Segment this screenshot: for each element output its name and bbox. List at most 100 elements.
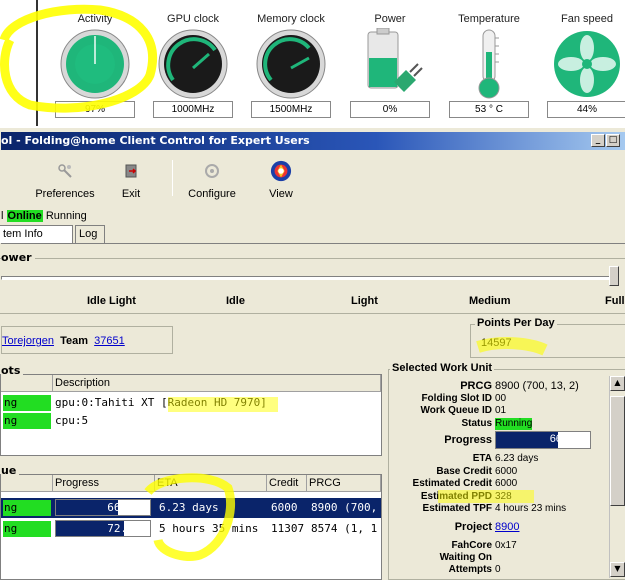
wu-waiting-row: Waiting On bbox=[392, 552, 608, 564]
queue-row-eta[interactable]: 6.23 days bbox=[159, 500, 219, 516]
wu-slot-label: Folding Slot ID bbox=[421, 393, 492, 404]
queue-row-credit[interactable]: 6000 bbox=[271, 500, 298, 516]
gpu-clock-value: 1000MHz bbox=[153, 101, 233, 118]
queue-header-eta[interactable]: ETA bbox=[155, 475, 267, 492]
queue-row-progress-bar: 66.01% bbox=[55, 499, 151, 516]
toolbar: Preferences Exit Configure View bbox=[1, 152, 625, 206]
identity-panel: Torejorgen Team 37651 bbox=[1, 326, 173, 354]
slots-legend: ots bbox=[1, 364, 24, 377]
window-titlebar[interactable]: ol - Folding@home Client Control for Exp… bbox=[1, 132, 625, 150]
wu-est-tpf-label: Estimated TPF bbox=[422, 503, 492, 514]
activity-value: 97% bbox=[55, 101, 135, 118]
slots-header-description[interactable]: Description bbox=[53, 375, 381, 392]
view-globe-icon bbox=[270, 160, 292, 182]
selected-work-unit-group: Selected Work Unit PRCG 8900 (700, 13, 2)… bbox=[388, 362, 625, 580]
power-label-medium: Medium bbox=[469, 295, 511, 307]
queue-row-progress-bar: 72.75% bbox=[55, 520, 151, 537]
team-link[interactable]: 37651 bbox=[94, 335, 125, 347]
wu-eta-label: ETA bbox=[472, 453, 492, 464]
view-button[interactable]: View bbox=[263, 160, 299, 204]
wu-est-tpf-value: 4 hours 23 mins bbox=[495, 503, 567, 514]
wu-project-label: Project bbox=[454, 521, 492, 533]
power-slider-handle[interactable] bbox=[609, 266, 619, 286]
exit-button[interactable]: Exit bbox=[113, 160, 149, 204]
slot-description[interactable]: cpu:5 bbox=[55, 413, 88, 429]
activity-gauge: Activity 97% bbox=[45, 0, 145, 128]
client-status: l Online Running bbox=[1, 208, 87, 224]
power-group: ower Idle Light Idle Light Medium Full bbox=[0, 251, 625, 314]
wu-est-ppd-label: Estimated PPD bbox=[420, 491, 492, 502]
queue-header-prcg[interactable]: PRCG bbox=[307, 475, 381, 492]
team-label: Team bbox=[60, 335, 89, 347]
maximize-button[interactable]: □ bbox=[606, 134, 620, 147]
preferences-label: Preferences bbox=[35, 188, 95, 200]
wu-base-credit-label: Base Credit bbox=[436, 466, 492, 477]
configure-icon bbox=[205, 164, 219, 178]
wu-queue-value: 01 bbox=[495, 405, 507, 416]
gauge-label: Memory clock bbox=[257, 13, 325, 25]
power-slider-track[interactable] bbox=[1, 276, 616, 280]
view-label: View bbox=[269, 188, 293, 200]
queue-row-prcg[interactable]: 8574 (1, 1 bbox=[311, 521, 377, 537]
slot-status[interactable]: ng bbox=[3, 395, 51, 411]
queue-row-status[interactable]: ng bbox=[3, 500, 51, 516]
queue-list[interactable]: Progress ETA Credit PRCG ng 66.01% 6.23 … bbox=[0, 474, 382, 580]
queue-group: ue Progress ETA Credit PRCG ng 66.01% 6.… bbox=[0, 464, 382, 580]
slots-list[interactable]: Description ng gpu:0:Tahiti XT [Radeon H… bbox=[0, 374, 382, 456]
slot-description[interactable]: gpu:0:Tahiti XT [Radeon HD 7970] bbox=[55, 395, 267, 411]
configure-label: Configure bbox=[188, 188, 236, 200]
selected-wu-scrollbar[interactable]: ▲ ▼ bbox=[609, 376, 625, 578]
tab-underline bbox=[1, 243, 625, 244]
queue-row-prcg[interactable]: 8900 (700, bbox=[311, 500, 377, 516]
exit-label: Exit bbox=[121, 188, 141, 200]
window-title: ol - Folding@home Client Control for Exp… bbox=[1, 134, 310, 147]
wu-est-tpf-row: Estimated TPF 4 hours 23 mins bbox=[392, 503, 608, 515]
power-label-light: Light bbox=[351, 295, 378, 307]
queue-row-eta[interactable]: 5 hours 35 mins bbox=[159, 521, 258, 537]
wu-waiting-label: Waiting On bbox=[439, 552, 492, 563]
thermometer-icon bbox=[478, 29, 500, 99]
queue-header-credit[interactable]: Credit bbox=[267, 475, 307, 492]
ppd-value: 14597 bbox=[481, 337, 512, 349]
configure-button[interactable]: Configure bbox=[185, 160, 239, 204]
tab-system-info[interactable]: tem Info bbox=[0, 225, 73, 243]
selected-wu-details: PRCG 8900 (700, 13, 2) Folding Slot ID 00 … bbox=[392, 376, 608, 578]
preferences-button[interactable]: Preferences bbox=[35, 160, 95, 204]
tab-log[interactable]: Log bbox=[75, 225, 105, 243]
wu-eta-value: 6.23 days bbox=[495, 453, 539, 464]
slot-status[interactable]: ng bbox=[3, 413, 51, 429]
wu-prcg-value: 8900 (700, 13, 2) bbox=[495, 380, 579, 392]
status-state: Running bbox=[45, 210, 87, 222]
selected-wu-legend: Selected Work Unit bbox=[390, 362, 495, 374]
wu-queue-label: Work Queue ID bbox=[420, 405, 493, 416]
user-link[interactable]: Torejorgen bbox=[2, 335, 54, 347]
gauge-label: Power bbox=[374, 13, 406, 25]
wu-status-value: Running bbox=[495, 418, 533, 430]
wu-project-link[interactable]: 8900 bbox=[495, 521, 519, 533]
wu-slot-value: 00 bbox=[495, 393, 507, 404]
scroll-down-icon[interactable]: ▼ bbox=[610, 562, 625, 577]
gauge-label: Fan speed bbox=[561, 13, 613, 25]
minimize-button[interactable]: _ bbox=[591, 134, 605, 147]
fan-speed-value: 44% bbox=[547, 101, 625, 118]
toolbar-separator bbox=[172, 160, 173, 196]
queue-row-credit[interactable]: 11307 bbox=[271, 521, 304, 537]
battery-plug-icon bbox=[367, 28, 423, 92]
memory-clock-gauge-icon bbox=[256, 29, 326, 99]
preferences-icon bbox=[58, 164, 72, 178]
wu-base-credit-value: 6000 bbox=[495, 466, 518, 477]
slots-header-status[interactable] bbox=[1, 375, 53, 392]
temperature-value: 53 ° C bbox=[449, 101, 529, 118]
queue-legend: ue bbox=[1, 464, 20, 477]
queue-header-status[interactable] bbox=[1, 475, 53, 492]
wu-prcg-row: PRCG 8900 (700, 13, 2) bbox=[392, 380, 608, 392]
activity-gauge-icon bbox=[60, 29, 130, 99]
wu-attempts-label: Attempts bbox=[448, 564, 492, 575]
power-label-idle: Idle bbox=[226, 295, 245, 307]
queue-header-progress[interactable]: Progress bbox=[53, 475, 155, 492]
queue-row-status[interactable]: ng bbox=[3, 521, 51, 537]
power-value: 0% bbox=[350, 101, 430, 118]
scroll-thumb[interactable] bbox=[610, 396, 625, 506]
scroll-up-icon[interactable]: ▲ bbox=[610, 376, 625, 391]
power-legend: ower bbox=[1, 251, 35, 264]
